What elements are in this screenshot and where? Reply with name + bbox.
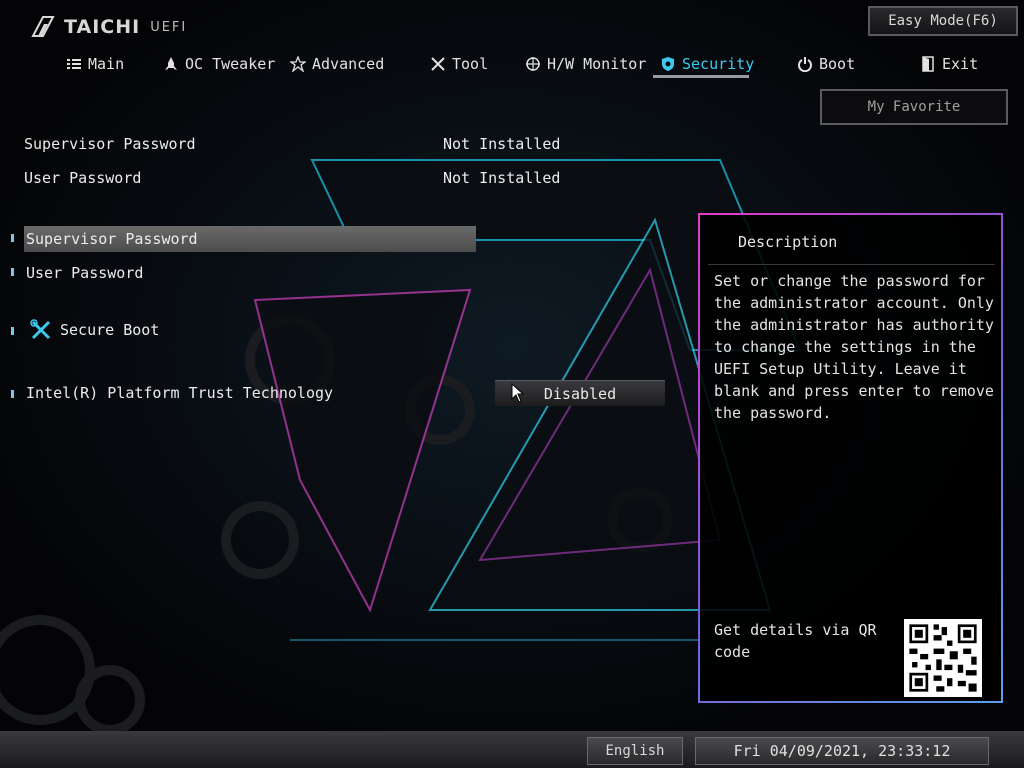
description-panel: Description Set or change the password f… [698,213,1003,703]
tab-oc-tweaker[interactable]: OC Tweaker [163,50,275,78]
taichi-logo-icon [31,16,55,37]
taichi-logo: TAICHI UEFI [30,14,187,40]
tab-oc-tweaker-label: OC Tweaker [185,55,276,73]
tab-exit[interactable]: Exit [920,50,978,78]
menu-item-label: Intel(R) Platform Trust Technology [26,384,334,402]
menu-item-supervisor-password[interactable]: Supervisor Password [24,226,476,252]
language-button[interactable]: English [587,737,683,765]
mouse-cursor-icon [511,383,525,403]
menu-item-platform-trust[interactable]: Intel(R) Platform Trust Technology [24,380,333,406]
tab-main[interactable]: Main [66,50,124,78]
menu-item-label: Secure Boot [60,321,160,339]
tab-main-label: Main [88,55,125,73]
tools-icon [30,319,51,340]
status-label-supervisor: Supervisor Password [24,135,196,153]
tab-security[interactable]: Security [660,50,754,78]
date-time-display: Fri 04/09/2021, 23:33:12 [695,737,989,765]
status-label-user: User Password [24,169,142,187]
description-text: Set or change the password for the admin… [714,272,994,422]
description-title: Description [738,233,838,251]
power-icon [798,57,812,72]
menu-item-user-password[interactable]: User Password [24,260,143,286]
easy-mode-button[interactable]: Easy Mode(F6) [868,6,1018,36]
active-tab-underline [653,75,749,78]
tab-advanced-label: Advanced [312,55,385,73]
tools-icon [431,57,445,71]
crosshair-icon [526,57,540,71]
qr-code [904,619,982,697]
tab-security-label: Security [682,55,755,73]
menu-bullet [11,327,14,335]
menu-bullet [11,390,14,398]
logo-brand: TAICHI [64,16,141,38]
tab-tool[interactable]: Tool [430,50,488,78]
tab-exit-label: Exit [942,55,979,73]
star-icon [290,56,306,72]
tab-advanced[interactable]: Advanced [290,50,384,78]
tab-boot-label: Boot [819,55,856,73]
list-icon [67,59,81,69]
exit-icon [922,56,934,72]
menu-item-secure-boot[interactable]: Secure Boot [24,317,159,343]
dropdown-value: Disabled [543,384,617,403]
menu-item-label: User Password [26,264,144,282]
tab-hw-monitor[interactable]: H/W Monitor [525,50,646,78]
qr-label: Get details via QR code [714,621,877,661]
tab-boot[interactable]: Boot [797,50,855,78]
description-divider [708,264,995,265]
rocket-icon [165,57,177,70]
tab-hw-monitor-label: H/W Monitor [547,55,647,73]
status-value-supervisor: Not Installed [443,135,561,153]
my-favorite-button[interactable]: My Favorite [820,89,1008,125]
shield-icon [662,57,674,71]
menu-bullet [11,234,14,242]
tab-tool-label: Tool [452,55,489,73]
status-value-user: Not Installed [443,169,561,187]
menu-bullet [11,268,14,276]
logo-sub: UEFI [150,19,188,35]
menu-item-label: Supervisor Password [26,230,198,248]
main-navigation: Main OC Tweaker Advanced Tool H/W Monito… [0,50,1024,82]
